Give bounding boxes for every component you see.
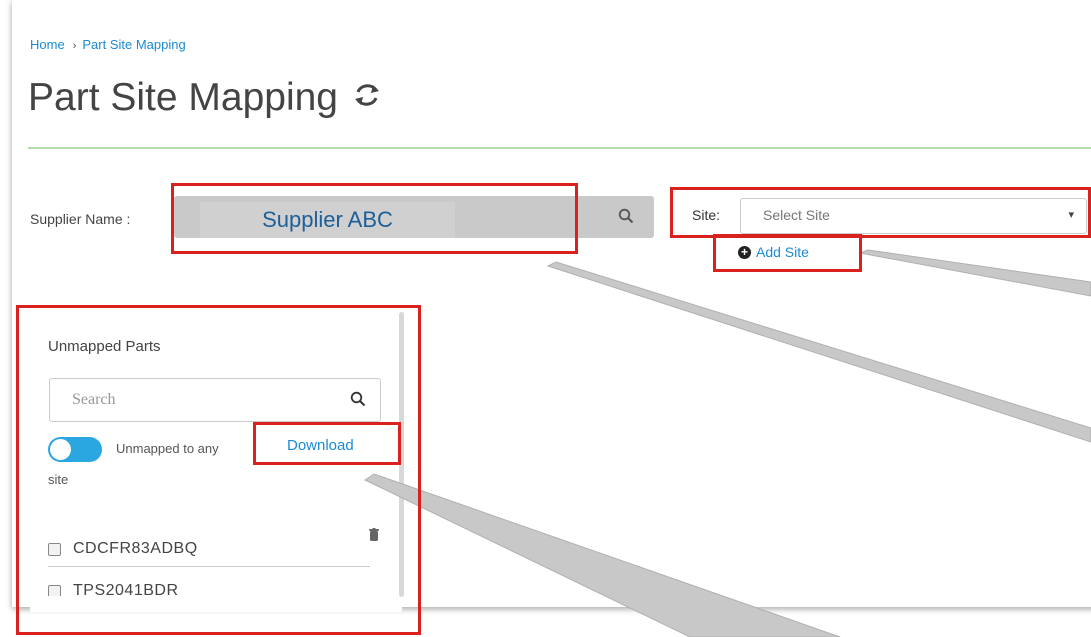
breadcrumb-separator: › <box>72 40 77 52</box>
annotation-box-unmapped-panel <box>16 305 421 635</box>
page-title: Part Site Mapping <box>28 76 382 120</box>
annotation-box-site <box>670 187 1091 238</box>
search-icon[interactable] <box>618 208 634 229</box>
breadcrumb-current[interactable]: Part Site Mapping <box>82 37 185 52</box>
annotation-box-download <box>253 422 401 465</box>
annotation-box-add-site <box>713 234 862 272</box>
breadcrumb: Home › Part Site Mapping <box>30 37 186 52</box>
annotation-box-supplier <box>171 183 578 254</box>
refresh-icon[interactable] <box>352 76 382 120</box>
title-divider <box>28 147 1091 149</box>
breadcrumb-home-link[interactable]: Home <box>30 37 65 52</box>
page-title-text: Part Site Mapping <box>28 76 339 119</box>
supplier-name-label: Supplier Name : <box>30 211 131 227</box>
